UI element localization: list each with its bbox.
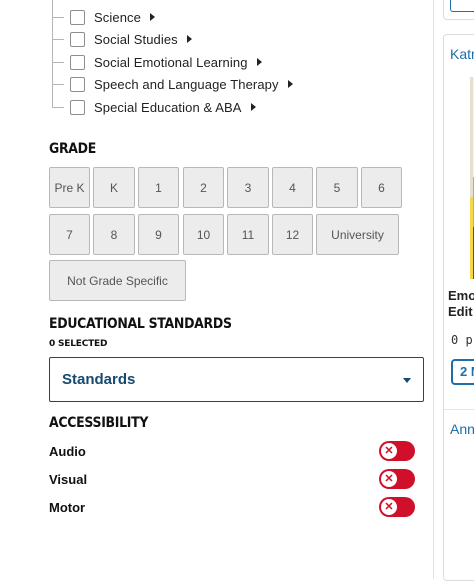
standards-select[interactable]: Standards — [49, 357, 424, 402]
grade-button-university[interactable]: University — [316, 214, 399, 255]
card-author-link[interactable]: Katr — [450, 46, 474, 62]
card-title-line1: Emo — [448, 288, 474, 303]
grade-button-8[interactable]: 8 — [93, 214, 135, 255]
accessibility-row-motor: Motor ✕ — [49, 496, 415, 518]
motor-toggle[interactable]: ✕ — [379, 497, 415, 517]
card-separator — [444, 409, 474, 410]
audio-toggle[interactable]: ✕ — [379, 441, 415, 461]
grade-button-11[interactable]: 11 — [227, 214, 269, 255]
card-author-link-2[interactable]: Ann — [450, 421, 474, 437]
grade-button-12[interactable]: 12 — [272, 214, 313, 255]
accessibility-label: Visual — [49, 471, 88, 487]
card-title[interactable]: Emo Edit — [448, 288, 474, 320]
expand-caret-icon[interactable] — [149, 13, 155, 21]
expand-caret-icon[interactable] — [250, 103, 256, 111]
subject-tree: Science Social Studies Social Emotional … — [52, 0, 432, 118]
close-icon: ✕ — [381, 471, 397, 487]
sel-checkbox[interactable] — [70, 54, 85, 70]
close-icon: ✕ — [381, 443, 397, 459]
result-card[interactable]: Katr Emo Edit 0 p 2 M Ann — [443, 34, 474, 581]
accessibility-label: Audio — [49, 443, 86, 459]
grade-heading: GRADE — [49, 139, 96, 157]
tree-branch — [52, 61, 64, 63]
card-title-line2: Edit — [448, 304, 473, 319]
subject-item-special-ed[interactable]: Special Education & ABA — [52, 96, 256, 118]
grade-button-5[interactable]: 5 — [316, 167, 358, 208]
social-studies-checkbox[interactable] — [70, 31, 85, 47]
chevron-down-icon — [403, 378, 411, 383]
grade-button-2[interactable]: 2 — [183, 167, 224, 208]
tree-branch — [52, 106, 64, 108]
accessibility-label: Motor — [49, 499, 86, 515]
special-ed-checkbox[interactable] — [70, 99, 85, 115]
accessibility-heading: ACCESSIBILITY — [49, 413, 149, 431]
grade-button-k[interactable]: K — [93, 167, 135, 208]
speech-checkbox[interactable] — [70, 76, 85, 92]
card-cta-button[interactable]: 2 M — [451, 359, 474, 385]
tree-branch — [52, 83, 64, 85]
close-icon: ✕ — [381, 499, 397, 515]
grade-button-pre-k[interactable]: Pre K — [49, 167, 90, 208]
expand-caret-icon[interactable] — [186, 35, 192, 43]
visual-toggle[interactable]: ✕ — [379, 469, 415, 489]
standards-heading: EDUCATIONAL STANDARDS — [49, 314, 232, 332]
subject-label: Speech and Language Therapy — [94, 76, 279, 92]
tree-branch — [52, 38, 64, 40]
science-checkbox[interactable] — [70, 9, 85, 25]
standards-selected-count: 0 SELECTED — [49, 339, 108, 349]
card-thumbnail[interactable] — [470, 77, 474, 279]
result-card-partial[interactable] — [443, 0, 474, 20]
grade-button-10[interactable]: 10 — [183, 214, 224, 255]
grade-button-9[interactable]: 9 — [138, 214, 179, 255]
expand-caret-icon[interactable] — [287, 80, 293, 88]
subject-item-science[interactable]: Science — [52, 6, 155, 28]
grade-button-7[interactable]: 7 — [49, 214, 90, 255]
grade-button-3[interactable]: 3 — [227, 167, 269, 208]
column-divider — [433, 0, 434, 579]
grade-button-4[interactable]: 4 — [272, 167, 313, 208]
subject-label: Social Studies — [94, 31, 178, 47]
subject-item-sel[interactable]: Social Emotional Learning — [52, 51, 262, 73]
subject-label: Special Education & ABA — [94, 99, 242, 115]
card-price: 0 p — [451, 333, 473, 347]
expand-caret-icon[interactable] — [256, 58, 262, 66]
accessibility-row-audio: Audio ✕ — [49, 440, 415, 462]
subject-label: Social Emotional Learning — [94, 54, 248, 70]
accessibility-row-visual: Visual ✕ — [49, 468, 415, 490]
grade-button-not-specific[interactable]: Not Grade Specific — [49, 260, 186, 301]
subject-item-social-studies[interactable]: Social Studies — [52, 28, 192, 50]
grade-button-6[interactable]: 6 — [361, 167, 402, 208]
grade-button-1[interactable]: 1 — [138, 167, 179, 208]
card-button-edge[interactable] — [450, 0, 474, 12]
tree-branch — [52, 16, 64, 18]
subject-item-speech[interactable]: Speech and Language Therapy — [52, 73, 293, 95]
standards-select-label: Standards — [62, 371, 136, 388]
subject-label: Science — [94, 9, 141, 25]
